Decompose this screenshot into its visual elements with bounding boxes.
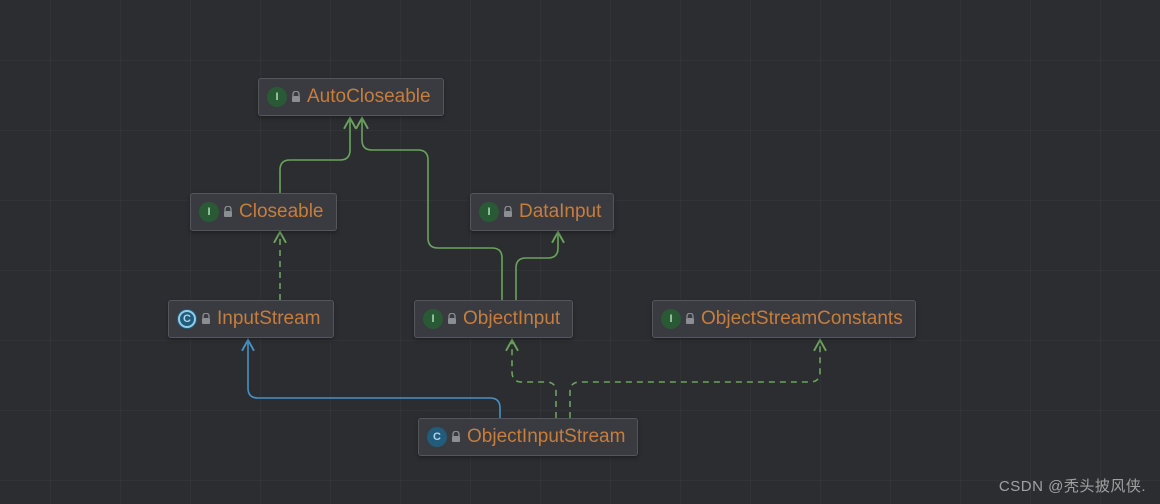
node-objectinput[interactable]: ObjectInput [414,300,573,338]
node-autocloseable[interactable]: AutoCloseable [258,78,444,116]
watermark: CSDN @秃头披风侠. [999,475,1146,496]
lock-icon [451,431,461,443]
node-label: AutoCloseable [307,85,431,109]
interface-icon [423,309,443,329]
lock-icon [685,313,695,325]
interface-icon [199,202,219,222]
lock-icon [223,206,233,218]
interface-icon [479,202,499,222]
node-label: InputStream [217,307,321,331]
lock-icon [503,206,513,218]
node-closeable[interactable]: Closeable [190,193,337,231]
node-label: ObjectInput [463,307,560,331]
node-inputstream[interactable]: InputStream [168,300,334,338]
class-icon [427,427,447,447]
node-label: ObjectStreamConstants [701,307,903,331]
node-datainput[interactable]: DataInput [470,193,614,231]
node-objectstreamconstants[interactable]: ObjectStreamConstants [652,300,916,338]
abstract-class-icon [177,309,197,329]
lock-icon [201,313,211,325]
node-label: ObjectInputStream [467,425,625,449]
interface-icon [267,87,287,107]
lock-icon [447,313,457,325]
node-objectinputstream[interactable]: ObjectInputStream [418,418,638,456]
interface-icon [661,309,681,329]
node-label: DataInput [519,200,601,224]
lock-icon [291,91,301,103]
node-label: Closeable [239,200,324,224]
